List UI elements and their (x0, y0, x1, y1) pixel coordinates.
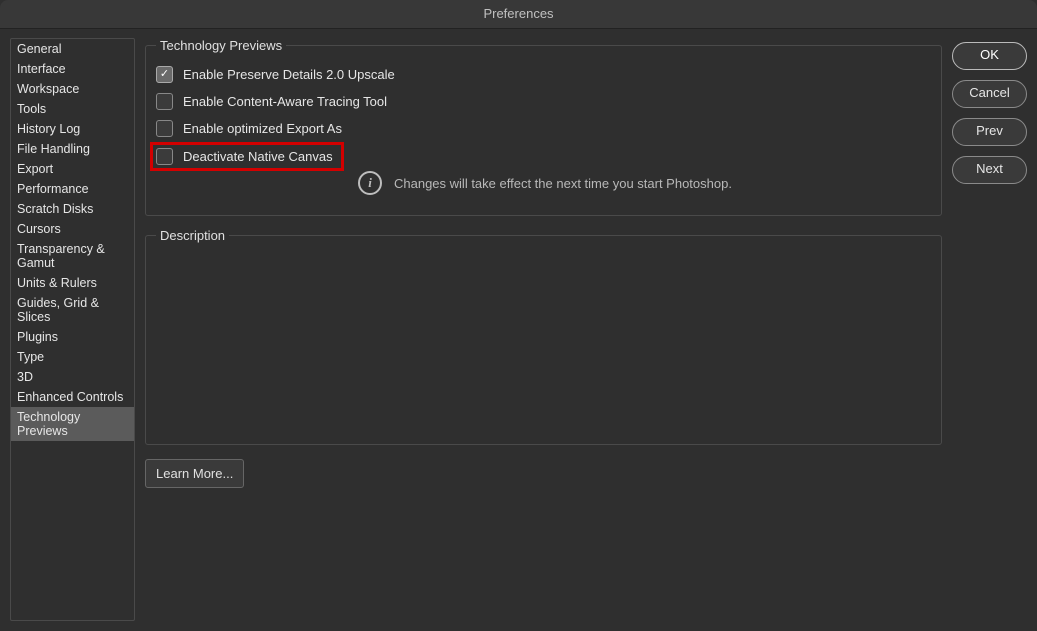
sidebar-item-plugins[interactable]: Plugins (11, 327, 134, 347)
sidebar-item-units-rulers[interactable]: Units & Rulers (11, 273, 134, 293)
option-label: Enable Preserve Details 2.0 Upscale (183, 67, 395, 82)
option-content-aware-tracing[interactable]: Enable Content-Aware Tracing Tool (150, 88, 937, 115)
option-optimized-export-as[interactable]: Enable optimized Export As (150, 115, 937, 142)
sidebar-item-scratch-disks[interactable]: Scratch Disks (11, 199, 134, 219)
window-body: General Interface Workspace Tools Histor… (0, 28, 1037, 631)
sidebar-item-3d[interactable]: 3D (11, 367, 134, 387)
sidebar-item-transparency-gamut[interactable]: Transparency & Gamut (11, 239, 134, 273)
sidebar-item-technology-previews[interactable]: Technology Previews (11, 407, 134, 441)
preferences-main: Technology Previews Enable Preserve Deta… (135, 38, 952, 621)
sidebar-item-history-log[interactable]: History Log (11, 119, 134, 139)
prev-button[interactable]: Prev (952, 118, 1027, 146)
learn-more-button[interactable]: Learn More... (145, 459, 244, 488)
sidebar-item-file-handling[interactable]: File Handling (11, 139, 134, 159)
sidebar-item-guides-grid-slices[interactable]: Guides, Grid & Slices (11, 293, 134, 327)
checkbox-content-aware-tracing[interactable] (156, 93, 173, 110)
description-title: Description (156, 228, 229, 243)
checkbox-optimized-export-as[interactable] (156, 120, 173, 137)
ok-button[interactable]: OK (952, 42, 1027, 70)
sidebar-item-export[interactable]: Export (11, 159, 134, 179)
window-title: Preferences (0, 0, 1037, 29)
option-label: Deactivate Native Canvas (183, 149, 333, 164)
info-text: Changes will take effect the next time y… (394, 176, 732, 191)
sidebar-item-performance[interactable]: Performance (11, 179, 134, 199)
preferences-window: Preferences General Interface Workspace … (0, 0, 1037, 631)
technology-previews-group: Technology Previews Enable Preserve Deta… (145, 38, 942, 216)
option-deactivate-native-canvas[interactable]: Deactivate Native Canvas (150, 142, 344, 171)
description-group: Description (145, 228, 942, 445)
info-row: i Changes will take effect the next time… (150, 171, 937, 201)
preferences-sidebar: General Interface Workspace Tools Histor… (10, 38, 135, 621)
info-icon: i (358, 171, 382, 195)
options-list: Enable Preserve Details 2.0 Upscale Enab… (146, 53, 941, 215)
sidebar-item-general[interactable]: General (11, 39, 134, 59)
group-title: Technology Previews (156, 38, 286, 53)
sidebar-item-enhanced-controls[interactable]: Enhanced Controls (11, 387, 134, 407)
checkbox-preserve-details[interactable] (156, 66, 173, 83)
option-preserve-details[interactable]: Enable Preserve Details 2.0 Upscale (150, 61, 937, 88)
action-buttons: OK Cancel Prev Next (952, 38, 1027, 621)
next-button[interactable]: Next (952, 156, 1027, 184)
option-label: Enable optimized Export As (183, 121, 342, 136)
sidebar-item-workspace[interactable]: Workspace (11, 79, 134, 99)
checkbox-deactivate-native-canvas[interactable] (156, 148, 173, 165)
cancel-button[interactable]: Cancel (952, 80, 1027, 108)
sidebar-item-cursors[interactable]: Cursors (11, 219, 134, 239)
sidebar-item-tools[interactable]: Tools (11, 99, 134, 119)
option-label: Enable Content-Aware Tracing Tool (183, 94, 387, 109)
sidebar-item-interface[interactable]: Interface (11, 59, 134, 79)
sidebar-item-type[interactable]: Type (11, 347, 134, 367)
